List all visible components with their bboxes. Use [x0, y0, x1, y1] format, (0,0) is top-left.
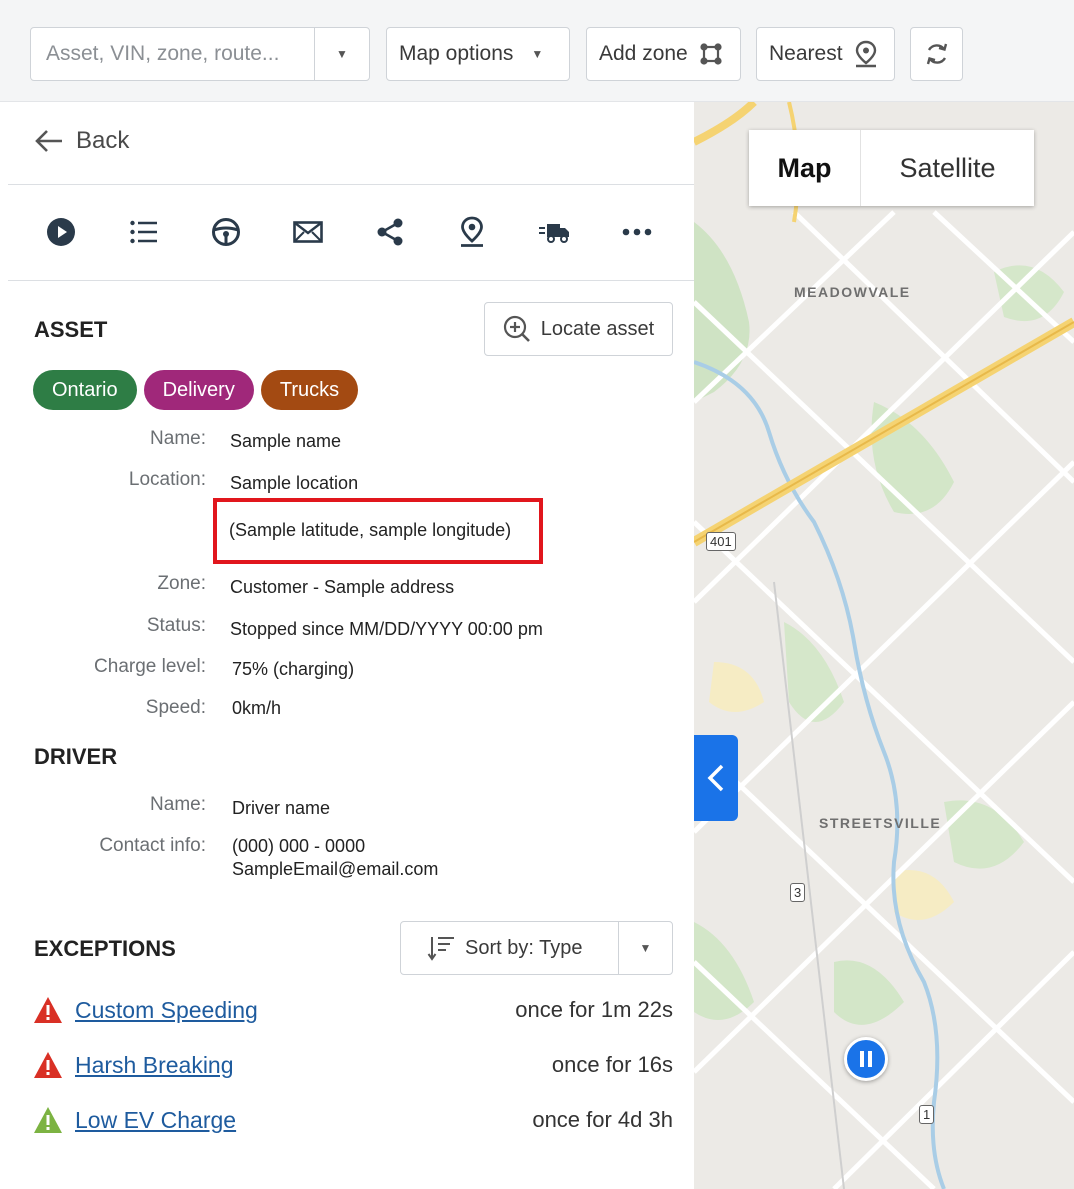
- map-tiles: [694, 102, 1074, 1189]
- status-label: Status:: [146, 615, 206, 636]
- add-zone-label: Add zone: [599, 42, 688, 65]
- arrow-left-icon: [35, 130, 62, 152]
- list-icon[interactable]: [122, 210, 166, 254]
- zone-label: Zone:: [157, 573, 206, 594]
- asset-name-value: Sample name: [230, 431, 342, 451]
- map-type-satellite-button[interactable]: Satellite: [861, 130, 1034, 206]
- map-options-label: Map options: [399, 42, 514, 65]
- speed-label: Speed:: [145, 697, 206, 718]
- back-label: Back: [76, 127, 130, 154]
- zoom-in-icon: [503, 315, 530, 342]
- nearest-label: Nearest: [769, 42, 843, 65]
- caret-down-icon: ▼: [336, 47, 348, 61]
- tag-ontario[interactable]: Ontario: [33, 370, 137, 410]
- map-options-button[interactable]: Map options ▼: [386, 27, 570, 81]
- map-type-map-button[interactable]: Map: [749, 130, 861, 206]
- sort-icon: [427, 937, 454, 961]
- status-value: Stopped since MM/DD/YYYY 00:00 pm: [230, 619, 543, 639]
- caret-down-icon: ▼: [531, 47, 544, 61]
- action-icons-row: [8, 210, 694, 258]
- exception-link[interactable]: Harsh Breaking: [75, 1052, 234, 1079]
- locate-asset-label: Locate asset: [540, 317, 655, 340]
- asset-name-label: Name:: [150, 428, 206, 449]
- back-button[interactable]: Back: [34, 127, 129, 155]
- asset-section-title: ASSET: [34, 317, 108, 342]
- map-view[interactable]: Map Satellite MEADOWVALE STREETSVILLE 40…: [694, 102, 1074, 1189]
- warning-icon: [34, 1052, 62, 1078]
- warning-icon: [34, 997, 62, 1023]
- sort-dropdown-caret[interactable]: ▼: [618, 922, 672, 974]
- truck-icon[interactable]: [532, 210, 576, 254]
- exception-duration: once for 16s: [551, 1052, 673, 1077]
- location-pin-icon: [855, 40, 876, 68]
- sort-dropdown[interactable]: Sort by: Type ▼: [400, 921, 673, 975]
- chevron-left-icon: [707, 764, 724, 792]
- exception-row: Harsh Breaking once for 16s: [33, 1048, 673, 1082]
- charge-level-value: 75% (charging): [232, 659, 355, 679]
- location-label: Location:: [128, 469, 206, 490]
- locate-asset-button[interactable]: Locate asset: [484, 302, 673, 356]
- steering-wheel-icon[interactable]: [204, 210, 248, 254]
- contact-info-label: Contact info:: [99, 835, 206, 856]
- pause-icon: [860, 1051, 872, 1067]
- refresh-button[interactable]: [910, 27, 963, 81]
- exception-row: Low EV Charge once for 4d 3h: [33, 1103, 673, 1137]
- exception-duration: once for 1m 22s: [515, 997, 673, 1022]
- driver-email-value: SampleEmail@email.com: [232, 859, 439, 879]
- location-pin-icon[interactable]: [450, 210, 494, 254]
- asset-detail-panel: Back ASSET Locate asset Ontario Delivery…: [8, 102, 694, 1189]
- exceptions-section-title: EXCEPTIONS: [34, 936, 176, 961]
- share-icon[interactable]: [368, 210, 412, 254]
- location-value: Sample location: [230, 473, 359, 493]
- exception-link[interactable]: Custom Speeding: [75, 997, 258, 1024]
- sort-label: Sort by: Type: [465, 936, 583, 959]
- refresh-icon: [926, 43, 947, 65]
- charge-level-label: Charge level:: [94, 656, 206, 677]
- nearest-button[interactable]: Nearest: [756, 27, 895, 81]
- caret-down-icon: ▼: [639, 941, 652, 955]
- tag-trucks[interactable]: Trucks: [260, 370, 359, 410]
- add-zone-button[interactable]: Add zone: [586, 27, 741, 81]
- driver-name-label: Name:: [150, 794, 206, 815]
- asset-tags: Ontario Delivery Trucks: [33, 370, 365, 410]
- top-toolbar: ▼ Map options ▼ Add zone Nearest: [0, 0, 1074, 102]
- exception-duration: once for 4d 3h: [532, 1107, 673, 1132]
- asset-search: ▼: [30, 27, 370, 81]
- driver-phone-value: (000) 000 - 0000: [232, 836, 366, 856]
- exception-row: Custom Speeding once for 1m 22s: [33, 993, 673, 1027]
- zone-icon: [700, 43, 722, 65]
- mail-icon[interactable]: [286, 210, 330, 254]
- warning-icon: [34, 1107, 62, 1133]
- collapse-panel-button[interactable]: [694, 735, 738, 821]
- divider: [8, 184, 694, 185]
- driver-section-title: DRIVER: [34, 744, 118, 769]
- search-input[interactable]: [31, 28, 316, 80]
- coordinates-value: (Sample latitude, sample longitude): [229, 520, 512, 540]
- route-shield: 401: [706, 532, 736, 551]
- driver-name-value: Driver name: [232, 798, 331, 818]
- search-dropdown-button[interactable]: ▼: [314, 28, 369, 80]
- exception-link[interactable]: Low EV Charge: [75, 1107, 236, 1134]
- map-type-toggle: Map Satellite: [749, 130, 1034, 206]
- tag-delivery[interactable]: Delivery: [143, 370, 254, 410]
- play-icon[interactable]: [39, 210, 83, 254]
- route-shield: 3: [790, 883, 806, 902]
- zone-value: Customer - Sample address: [230, 577, 455, 597]
- more-icon[interactable]: [615, 210, 659, 254]
- speed-value: 0km/h: [232, 698, 282, 718]
- asset-map-marker[interactable]: [844, 1037, 888, 1081]
- divider: [8, 280, 694, 281]
- map-place-label: MEADOWVALE: [794, 284, 911, 300]
- map-place-label: STREETSVILLE: [819, 815, 942, 831]
- route-shield: 1: [919, 1105, 935, 1124]
